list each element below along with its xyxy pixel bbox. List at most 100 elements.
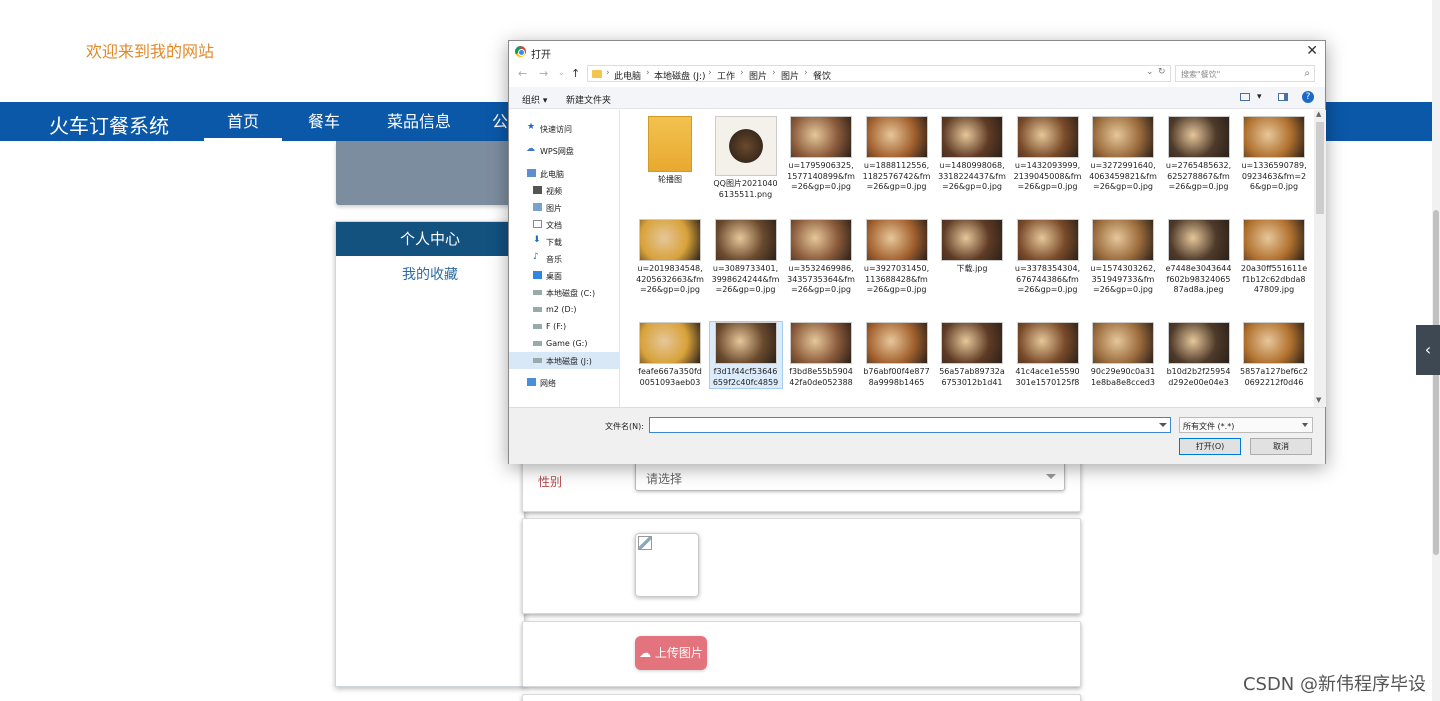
my-favorites-link[interactable]: 我的收藏: [336, 264, 524, 284]
new-folder-button[interactable]: 新建文件夹: [566, 93, 611, 106]
file-name: u=2019834548,4205632663&fm=26&gp=0.jpg: [636, 264, 704, 294]
gender-select[interactable]: 请选择: [635, 461, 1065, 491]
nav-quick-access[interactable]: ★ 快速访问: [509, 120, 619, 137]
nav-drive-f[interactable]: F (F:): [509, 318, 619, 335]
side-toggle-button[interactable]: ‹: [1416, 325, 1440, 375]
file-item[interactable]: u=1888112556,1182576742&fm=26&gp=0.jpg: [861, 116, 933, 193]
cloud-upload-icon: ☁: [639, 646, 652, 660]
file-item[interactable]: feafe667a350fd0051093aeb03: [634, 322, 706, 388]
file-name: 下载.jpg: [956, 264, 988, 273]
forward-arrow-icon[interactable]: →: [539, 67, 548, 80]
view-dropdown-icon[interactable]: ▾: [1257, 92, 1262, 102]
crumb-this-pc[interactable]: 此电脑: [614, 69, 641, 82]
crumb-catering[interactable]: 餐饮: [813, 69, 831, 82]
computer-icon: [527, 169, 536, 177]
file-item[interactable]: 5857a127bef6c20692212f0d46: [1238, 322, 1310, 388]
file-item[interactable]: u=2019834548,4205632663&fm=26&gp=0.jpg: [634, 219, 706, 296]
file-item[interactable]: 41c4ace1e5590301e1570125f8: [1012, 322, 1084, 388]
crumb-separator: ›: [606, 68, 610, 78]
nav-desktop[interactable]: 桌面: [509, 267, 619, 284]
drive-icon: [533, 290, 542, 295]
file-item[interactable]: u=1574303262,351949733&fm=26&gp=0.jpg: [1087, 219, 1159, 296]
crumb-drive-j[interactable]: 本地磁盘 (J:): [654, 69, 706, 82]
chevron-down-icon[interactable]: [1159, 423, 1167, 427]
file-item[interactable]: u=1795906325,1577140899&fm=26&gp=0.jpg: [785, 116, 857, 193]
nav-home[interactable]: 首页: [204, 102, 282, 141]
file-grid-scrollbar[interactable]: ▲ ▼: [1314, 110, 1326, 407]
folder-icon: [648, 116, 692, 172]
up-arrow-icon[interactable]: ↑: [571, 67, 580, 80]
star-icon: ★: [527, 122, 536, 132]
nav-dish-info[interactable]: 菜品信息: [376, 102, 462, 141]
nav-documents[interactable]: 文档: [509, 216, 619, 233]
close-icon[interactable]: ✕: [1306, 43, 1318, 59]
nav-drive-g[interactable]: Game (G:): [509, 335, 619, 352]
nav-wps-drive[interactable]: ☁ WPS网盘: [509, 142, 619, 159]
crumb-pictures[interactable]: 图片: [749, 69, 767, 82]
file-item[interactable]: 56a57ab89732a6753012b1d41: [936, 322, 1008, 388]
network-icon: [527, 378, 536, 386]
preview-pane-icon[interactable]: [1278, 93, 1288, 101]
image-preview: [635, 533, 699, 597]
file-item[interactable]: u=1432093999,2139045008&fm=26&gp=0.jpg: [1012, 116, 1084, 193]
recent-dropdown-icon[interactable]: ⌄: [558, 68, 565, 77]
site-brand[interactable]: 火车订餐系统: [49, 110, 169, 139]
nav-this-pc[interactable]: 此电脑: [509, 165, 619, 182]
document-icon: [533, 220, 542, 228]
file-item[interactable]: 20a30ff551611ef1b12c62dbda847809.jpg: [1238, 219, 1310, 296]
open-button[interactable]: 打开(O): [1179, 438, 1241, 455]
nav-downloads[interactable]: ⬇ 下载: [509, 233, 619, 250]
refresh-icon[interactable]: ↻: [1158, 67, 1166, 77]
file-item[interactable]: f3bd8e55b590442fa0de052388: [785, 322, 857, 388]
view-mode-icon[interactable]: [1240, 93, 1250, 101]
file-item[interactable]: u=3532469986,3435735364&fm=26&gp=0.jpg: [785, 219, 857, 296]
back-arrow-icon[interactable]: ←: [518, 67, 527, 80]
file-item[interactable]: u=2765485632,625278867&fm=26&gp=0.jpg: [1163, 116, 1235, 193]
dialog-titlebar[interactable]: 打开 ✕: [509, 41, 1325, 62]
nav-music[interactable]: ♪ 音乐: [509, 250, 619, 267]
file-item[interactable]: u=1336590789,0923463&fm=26&gp=0.jpg: [1238, 116, 1310, 193]
file-grid-scroll-thumb[interactable]: [1316, 122, 1324, 214]
file-type-filter[interactable]: 所有文件 (*.*): [1179, 417, 1313, 433]
file-item[interactable]: e7448e3043644f602b9832406587ad8a.jpeg: [1163, 219, 1235, 296]
help-icon[interactable]: ?: [1302, 91, 1314, 103]
filename-input[interactable]: [649, 417, 1171, 433]
nav-drive-j[interactable]: 本地磁盘 (J:): [509, 352, 619, 369]
nav-drive-d[interactable]: m2 (D:): [509, 301, 619, 318]
upload-image-button[interactable]: ☁ 上传图片: [635, 636, 707, 670]
file-item[interactable]: u=3089733401,3998624244&fm=26&gp=0.jpg: [710, 219, 782, 296]
crumb-work[interactable]: 工作: [717, 69, 735, 82]
file-item[interactable]: 下载.jpg: [936, 219, 1008, 275]
welcome-text: 欢迎来到我的网站: [86, 42, 215, 61]
file-item[interactable]: 90c29e90c0a311e8ba8e8cced3: [1087, 322, 1159, 388]
crumb-pictures-2[interactable]: 图片: [781, 69, 799, 82]
page-scroll-thumb[interactable]: [1433, 210, 1439, 555]
file-item[interactable]: u=3272991640,4063459821&fm=26&gp=0.jpg: [1087, 116, 1159, 193]
scroll-up-icon[interactable]: ▲: [1316, 110, 1321, 118]
scroll-down-icon[interactable]: ▼: [1316, 396, 1321, 404]
nav-drive-c[interactable]: 本地磁盘 (C:): [509, 284, 619, 301]
organize-menu[interactable]: 组织 ▾: [522, 93, 547, 106]
nav-videos[interactable]: 视频: [509, 182, 619, 199]
nav-pictures[interactable]: 图片: [509, 199, 619, 216]
search-input[interactable]: 搜索"餐饮" ⌕: [1175, 65, 1315, 82]
file-item[interactable]: u=3927031450,113688428&fm=26&gp=0.jpg: [861, 219, 933, 296]
file-item[interactable]: f3d1f44cf53646659f2c40fc4859: [708, 321, 783, 389]
file-item[interactable]: b10d2b2f25954d292e00e04e3: [1163, 322, 1235, 388]
nav-network[interactable]: 网络: [509, 374, 619, 391]
folder-item[interactable]: 轮播图: [634, 116, 706, 186]
address-dropdown-icon[interactable]: ⌄: [1146, 67, 1154, 77]
nav-label: 下载: [546, 238, 562, 247]
file-item[interactable]: u=1480998068,3318224437&fm=26&gp=0.jpg: [936, 116, 1008, 193]
nav-announcement[interactable]: 公: [492, 102, 508, 141]
file-name: u=1795906325,1577140899&fm=26&gp=0.jpg: [787, 161, 855, 191]
file-item[interactable]: b76abf00f4e8778a9998b1465: [861, 322, 933, 388]
file-item[interactable]: QQ图片20210406135511.png: [710, 116, 782, 200]
nav-label: 本地磁盘 (C:): [546, 289, 596, 298]
file-item[interactable]: u=3378354304,676744386&fm=26&gp=0.jpg: [1012, 219, 1084, 296]
file-grid: 轮播图 QQ图片20210406135511.png u=1795906325,15…: [621, 110, 1313, 407]
nav-dining-car[interactable]: 餐车: [294, 102, 354, 141]
image-thumbnail: [1167, 219, 1230, 261]
cancel-button[interactable]: 取消: [1250, 438, 1312, 455]
address-bar[interactable]: › 此电脑 › 本地磁盘 (J:) › 工作 › 图片 › 图片 › 餐饮 ⌄ …: [587, 65, 1171, 82]
